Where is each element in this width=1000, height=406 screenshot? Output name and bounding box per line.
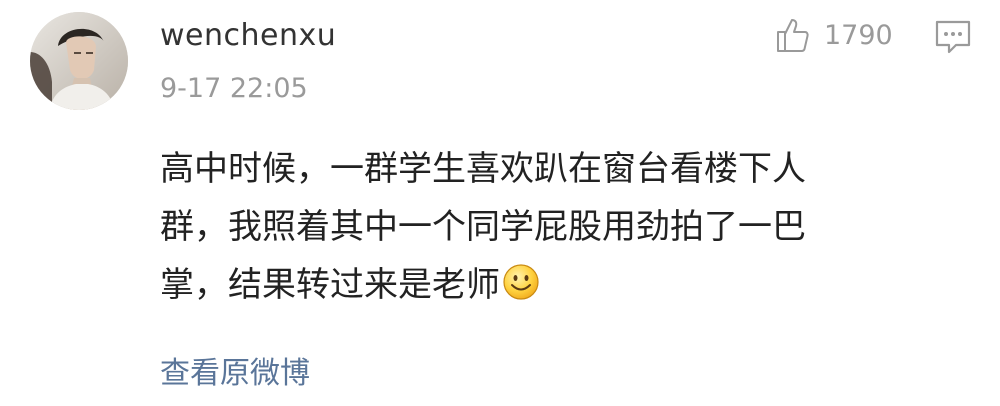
timestamp: 9-17 22:05 xyxy=(160,73,308,104)
avatar-photo xyxy=(30,12,128,110)
smiley-face-icon xyxy=(503,264,539,300)
comment-line: 高中时候，一群学生喜欢趴在窗台看楼下人 xyxy=(160,149,806,189)
comment-line: 掌，结果转过来是老师 xyxy=(160,256,950,314)
thumbs-up-icon[interactable] xyxy=(776,17,810,53)
username[interactable]: wenchenxu xyxy=(160,18,336,53)
like-button[interactable]: 1790 xyxy=(776,15,893,55)
view-original-weibo-link[interactable]: 查看原微博 xyxy=(160,348,310,392)
like-count: 1790 xyxy=(824,19,893,51)
comment-line-text: 掌，结果转过来是老师 xyxy=(160,265,500,305)
comment-line: 群，我照着其中一个同学屁股用劲拍了一巴 xyxy=(160,207,806,247)
comment-bubble-icon[interactable] xyxy=(934,18,972,56)
comment-card: wenchenxu 9-17 22:05 1790 高中时候，一群学生喜欢趴在窗… xyxy=(0,0,1000,406)
avatar[interactable] xyxy=(30,12,128,110)
comment-text: 高中时候，一群学生喜欢趴在窗台看楼下人 群，我照着其中一个同学屁股用劲拍了一巴 … xyxy=(160,140,950,314)
